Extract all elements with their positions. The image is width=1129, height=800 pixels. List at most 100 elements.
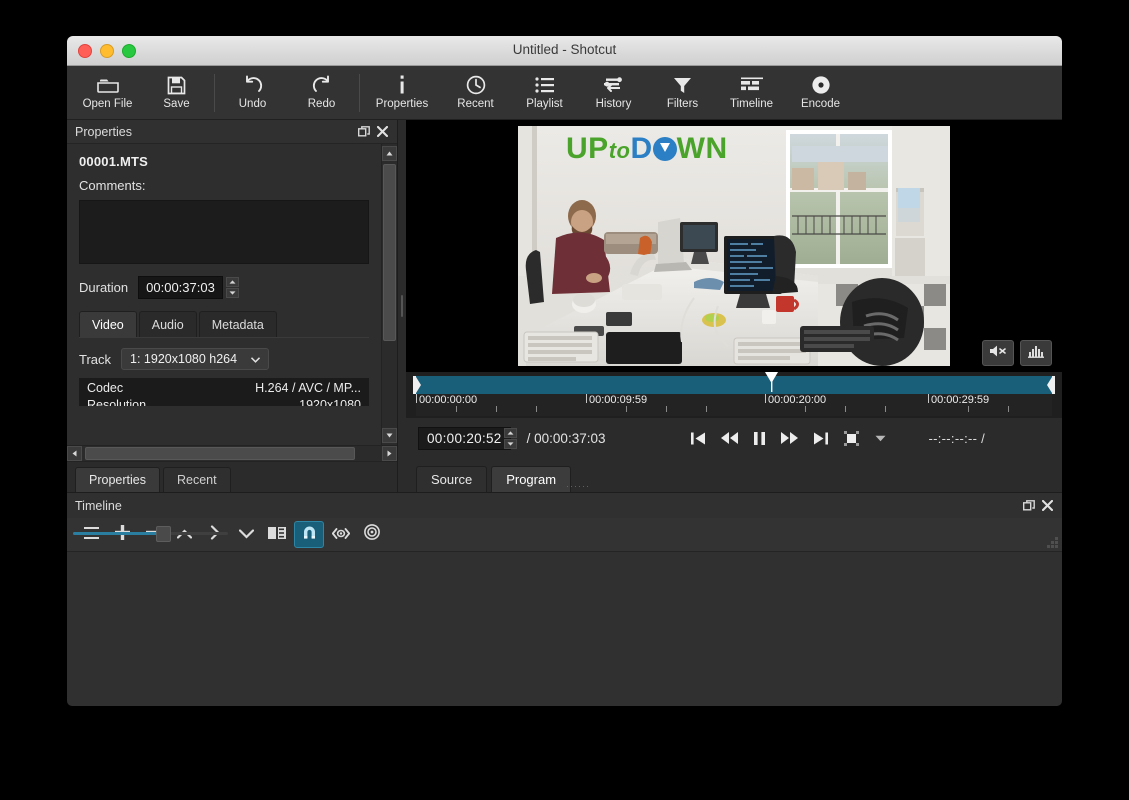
timeline-dock-header: Timeline xyxy=(67,493,1062,518)
timeline-button[interactable]: Timeline xyxy=(717,67,786,118)
pause-button[interactable] xyxy=(754,431,766,445)
row-key: Resolution xyxy=(87,398,147,406)
dock-tab-properties[interactable]: Properties xyxy=(75,467,160,492)
track-select[interactable]: 1: 1920x1080 h264 xyxy=(121,348,270,370)
mute-button[interactable] xyxy=(982,340,1014,366)
comments-input[interactable] xyxy=(79,200,369,264)
tab-program[interactable]: Program xyxy=(491,466,572,492)
undo-icon xyxy=(243,75,263,95)
float-timeline-button[interactable] xyxy=(1020,498,1038,514)
panel-splitter[interactable] xyxy=(398,120,406,492)
zoom-fit-button[interactable] xyxy=(844,430,860,446)
filters-button[interactable]: Filters xyxy=(648,67,717,118)
row-value: H.264 / AVC / MP... xyxy=(255,381,361,395)
time-ruler[interactable]: 00:00:00:00 00:00:09:59 00:00:20:00 00:0… xyxy=(416,394,1052,416)
timeline-zoom-slider[interactable] xyxy=(73,526,228,542)
playlist-button[interactable]: Playlist xyxy=(510,67,579,118)
video-preview[interactable]: UPtoD WN xyxy=(406,120,1062,372)
skip-to-start-button[interactable] xyxy=(691,432,706,445)
player-tabs: Source Program ······ xyxy=(406,458,1062,492)
timeline-label: Timeline xyxy=(729,98,774,110)
duration-stepper[interactable] xyxy=(225,277,239,298)
redo-label: Redo xyxy=(307,98,336,110)
properties-vertical-scrollbar[interactable] xyxy=(381,144,397,445)
scroll-left-arrow[interactable] xyxy=(67,446,82,461)
ripple-all-tracks-button[interactable] xyxy=(358,522,386,547)
video-tab-pane: Track 1: 1920x1080 h264 Codec H.264 / AV… xyxy=(79,337,369,406)
fast-forward-button[interactable] xyxy=(781,432,799,444)
save-icon xyxy=(167,75,186,95)
tab-metadata[interactable]: Metadata xyxy=(198,311,277,337)
scrub-icon xyxy=(331,526,351,544)
properties-horizontal-scrollbar[interactable] xyxy=(67,445,397,461)
position-stepper[interactable] xyxy=(503,427,517,449)
audio-meter-button[interactable] xyxy=(1020,340,1052,366)
encode-button[interactable]: Encode xyxy=(786,67,855,118)
float-panel-button[interactable] xyxy=(355,124,373,140)
stepper-down[interactable] xyxy=(225,288,239,298)
snap-button[interactable] xyxy=(294,521,324,548)
recent-button[interactable]: Recent xyxy=(441,67,510,118)
dock-tab-properties-label: Properties xyxy=(89,473,146,487)
save-label: Save xyxy=(163,98,190,110)
duration-field[interactable]: 00:00:37:03 xyxy=(138,276,223,299)
out-point-marker[interactable] xyxy=(1046,376,1056,394)
zoom-slider-handle[interactable] xyxy=(156,526,171,542)
current-position-field[interactable]: 00:00:20:52 xyxy=(418,426,511,450)
history-icon xyxy=(603,75,624,95)
in-point-marker[interactable] xyxy=(412,376,422,394)
logo-wn: WN xyxy=(676,132,728,165)
tab-audio[interactable]: Audio xyxy=(138,311,197,337)
tab-source[interactable]: Source xyxy=(416,466,488,492)
properties-button[interactable]: Properties xyxy=(363,67,441,118)
undo-button[interactable]: Undo xyxy=(218,67,287,118)
timeline-icon xyxy=(740,75,763,95)
tab-program-label: Program xyxy=(506,472,557,487)
recent-label: Recent xyxy=(457,98,494,110)
stepper-up[interactable] xyxy=(225,277,239,287)
logo-o-icon xyxy=(652,137,677,161)
dock-tab-recent[interactable]: Recent xyxy=(162,467,231,492)
tab-metadata-label: Metadata xyxy=(211,318,264,332)
save-button[interactable]: Save xyxy=(142,67,211,118)
scrub-while-dragging-button[interactable] xyxy=(327,522,355,547)
title-bar: Untitled - Shotcut xyxy=(67,36,1062,66)
rewind-button[interactable] xyxy=(721,432,739,444)
chevron-down-icon xyxy=(251,352,261,366)
table-row[interactable]: Codec H.264 / AVC / MP... xyxy=(79,378,369,398)
split-button[interactable] xyxy=(232,522,260,547)
seek-bar[interactable] xyxy=(416,376,1052,394)
open-file-button[interactable]: Open File xyxy=(73,67,142,118)
audio-meter-icon xyxy=(1028,343,1044,363)
zoom-menu-button[interactable] xyxy=(875,435,886,442)
stepper-down[interactable] xyxy=(503,438,517,449)
close-panel-button[interactable] xyxy=(373,124,391,140)
tab-video-label: Video xyxy=(92,318,124,332)
ruler-label: 00:00:00:00 xyxy=(419,394,478,406)
splitter-grip[interactable]: ······ xyxy=(566,481,590,491)
table-row[interactable]: Resolution 1920x1080 xyxy=(79,398,369,406)
scroll-thumb[interactable] xyxy=(383,164,396,341)
playhead[interactable] xyxy=(765,372,778,392)
remaining-time: --:--:--:-- / xyxy=(928,430,986,446)
close-timeline-button[interactable] xyxy=(1038,498,1056,514)
scroll-thumb[interactable] xyxy=(85,447,355,460)
window-resize-grip[interactable] xyxy=(1045,535,1059,549)
toolbar-separator xyxy=(214,73,215,112)
player-seek-area[interactable]: 00:00:00:00 00:00:09:59 00:00:20:00 00:0… xyxy=(406,372,1062,418)
zoom-slider-fill xyxy=(73,532,161,535)
toolbar-separator xyxy=(359,73,360,112)
video-frame: UPtoD WN xyxy=(518,126,950,366)
scroll-down-arrow[interactable] xyxy=(382,428,397,443)
history-label: History xyxy=(595,98,632,110)
history-button[interactable]: History xyxy=(579,67,648,118)
stepper-up[interactable] xyxy=(503,427,517,438)
redo-button[interactable]: Redo xyxy=(287,67,356,118)
info-icon xyxy=(398,75,406,95)
scroll-up-arrow[interactable] xyxy=(382,146,397,161)
tab-video[interactable]: Video xyxy=(79,311,137,337)
scroll-right-arrow[interactable] xyxy=(382,446,397,461)
split-clip-button[interactable] xyxy=(263,522,291,547)
skip-to-end-button[interactable] xyxy=(814,432,829,445)
dock-tab-recent-label: Recent xyxy=(176,473,217,487)
